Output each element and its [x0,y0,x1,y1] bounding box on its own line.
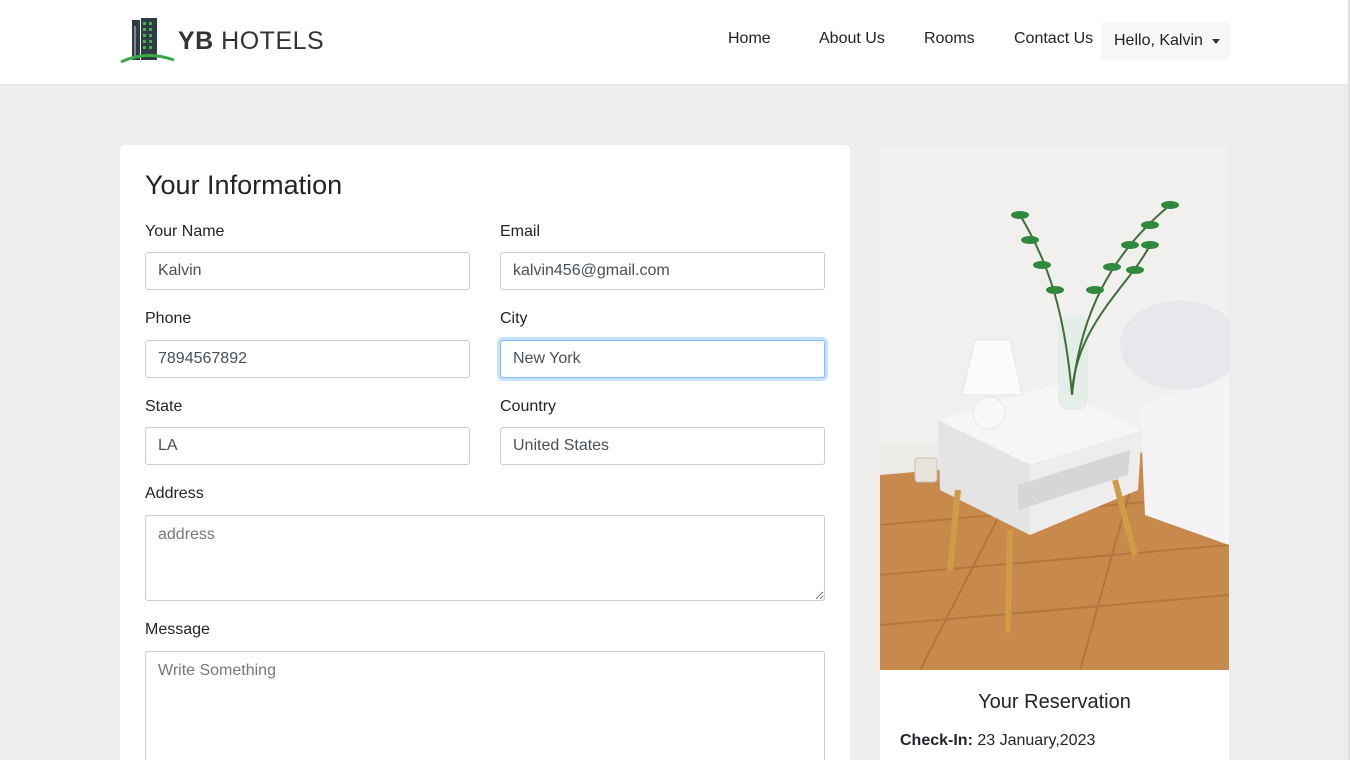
state-input[interactable] [145,427,470,465]
nav-home-link[interactable]: Home [728,30,771,48]
message-label: Message [145,621,210,638]
address-label: Address [145,485,204,502]
state-label: State [145,398,183,415]
phone-label: Phone [145,310,192,327]
caret-down-icon [1211,38,1220,44]
hotel-building-icon [120,18,175,64]
information-form-card: Your Information Your Name Email Phone C… [120,145,850,760]
address-textarea[interactable] [145,515,825,601]
nav-contact-link[interactable]: Contact Us [1014,30,1093,48]
room-photo [880,145,1229,670]
email-label: Email [500,223,541,240]
checkin-value: 23 January,2023 [972,732,1096,749]
message-textarea[interactable] [145,651,825,760]
country-input[interactable] [500,427,825,465]
name-input[interactable] [145,252,470,290]
city-label: City [500,310,528,327]
reservation-card: Your Reservation Check-In: 23 January,20… [880,145,1229,760]
checkin-label: Check-In: [900,732,973,749]
user-greeting: Hello, Kalvin [1114,32,1203,49]
city-input[interactable] [500,340,825,378]
country-label: Country [500,398,557,415]
user-menu-dropdown[interactable]: Hello, Kalvin [1101,22,1230,60]
checkin-line: Check-In: 23 January,2023 [900,732,1095,750]
name-label: Your Name [145,223,225,240]
navbar: YB HOTELS Home About Us Rooms Contact Us… [0,0,1350,85]
nav-rooms-link[interactable]: Rooms [924,30,975,48]
nav-about-link[interactable]: About Us [819,30,885,48]
email-input[interactable] [500,252,825,290]
brand-name: YB HOTELS [178,27,325,55]
reservation-title: Your Reservation [978,691,1131,713]
brand-logo[interactable]: YB HOTELS [120,16,324,64]
form-title: Your Information [145,170,343,200]
phone-input[interactable] [145,340,470,378]
